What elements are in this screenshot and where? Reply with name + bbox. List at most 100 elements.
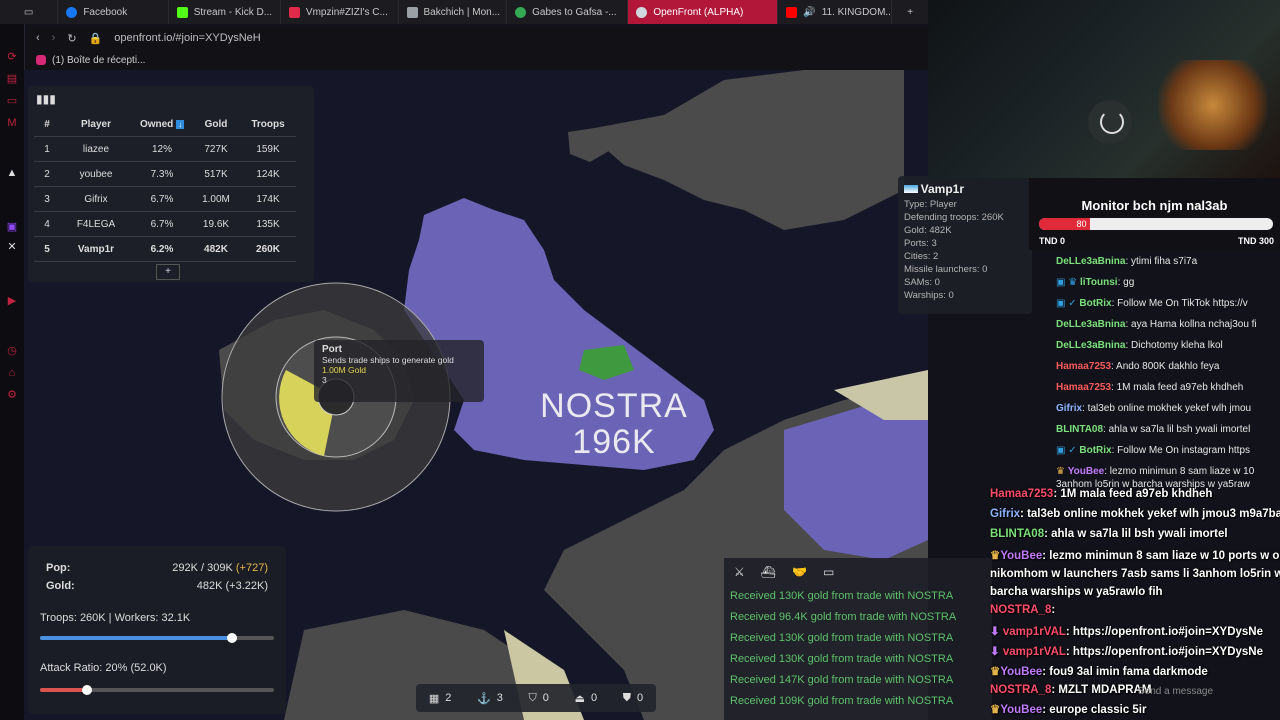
troops-slider-fill (40, 636, 232, 640)
overlay-chat: Hamaa7253: 1M mala feed a97eb khdheh Gif… (988, 486, 1280, 720)
col-player: Player (60, 112, 132, 137)
build-defense[interactable]: ⛉ 0 (529, 692, 549, 705)
player-territory-label: NOSTRA 196K (540, 387, 688, 461)
webcam-light (1158, 60, 1268, 150)
attack-ratio-slider[interactable] (40, 685, 274, 695)
table-row[interactable]: 4 F4LEGA 6.7% 19.6K 135K (34, 211, 296, 237)
event-item: Received 130K gold from trade with NOSTR… (730, 590, 954, 602)
col-troops[interactable]: Troops (240, 112, 296, 137)
new-tab-button[interactable]: + (892, 0, 928, 24)
ship-icon[interactable]: ⛴ (761, 565, 776, 579)
event-item: Received 147K gold from trade with NOSTR… (730, 674, 954, 686)
attack-slider-handle[interactable] (81, 685, 92, 695)
mail-icon[interactable]: M (5, 116, 19, 130)
handshake-icon[interactable]: 🤝 (792, 565, 807, 579)
build-port[interactable]: ⚓ 3 (477, 692, 503, 705)
player-icon[interactable]: ▶ (5, 294, 19, 308)
shield-icon: ⛉ (528, 691, 537, 704)
troops-slider[interactable] (40, 633, 274, 643)
x-icon[interactable]: ✕ (5, 240, 19, 254)
tab-bar: ▭ Facebook Stream - Kick D... Vmpzin#ZIZ… (0, 0, 928, 24)
bookmark-inbox[interactable]: (1) Boîte de récepti... (52, 55, 145, 66)
sam-icon: ⛊ (622, 691, 632, 704)
col-rank: # (34, 112, 60, 137)
event-item: Received 109K gold from trade with NOSTR… (730, 695, 954, 707)
overlay-chat-message: ♛YouBee: europe classic 5ir (990, 704, 1147, 716)
crown-icon: ♛ (1056, 466, 1065, 477)
overlay-chat-message: nikomhom w launchers 7asb sams li 3anhom… (990, 568, 1280, 580)
chat-message: DeLLe3aBnina: aya Hama kollna nchaj3ou f… (1056, 319, 1257, 330)
overlay-chat-message: ♛YouBee: lezmo minimun 8 sam liaze w 10 … (990, 550, 1280, 562)
col-gold[interactable]: Gold (192, 112, 240, 137)
table-row-self[interactable]: 5 Vamp1r 6.2% 482K 260K (34, 236, 296, 262)
twitch-icon[interactable]: ▣ (5, 220, 19, 234)
reload-icon[interactable]: ↻ (67, 32, 76, 45)
tab-bakchich[interactable]: Bakchich | Mon... (399, 0, 508, 24)
overlay-chat-message: ⬇ vamp1rVAL: https://openfront.io#join=X… (990, 646, 1264, 658)
url-field[interactable]: openfront.io/#join=XYDysNeH (114, 32, 260, 44)
event-item: Received 130K gold from trade with NOSTR… (730, 653, 954, 665)
tab-facebook[interactable]: Facebook (58, 0, 169, 24)
chat-input[interactable]: Send a message (1138, 686, 1213, 697)
table-row[interactable]: 1 liazee 12% 727K 159K (34, 136, 296, 162)
badge-icon: ▣ ♛ (1056, 277, 1078, 288)
crown-icon: ♛ (990, 550, 1001, 562)
address-bar-row: ‹ › ↻ 🔒 openfront.io/#join=XYDysNeH (28, 26, 928, 50)
sword-icon[interactable]: ⚔ (734, 565, 745, 579)
tab-openfront[interactable]: OpenFront (ALPHA) (628, 0, 779, 24)
badge-icon: ▣ ✓ (1056, 298, 1077, 309)
build-sam[interactable]: ⛊ 0 (623, 692, 643, 705)
maps-pin-icon (515, 6, 527, 18)
flag-icon (904, 185, 918, 193)
youtube-icon (786, 6, 798, 18)
badge-icon: ⬇ (990, 626, 1000, 638)
tab-maps[interactable]: Gabes to Gafsa -... (507, 0, 629, 24)
city-icon: ▦ (428, 692, 440, 705)
overlay-chat-message: Gifrix: tal3eb online mokhek yekef wlh j… (990, 508, 1280, 520)
kick-icon (176, 6, 188, 18)
player-stats-panel: Pop: 292K / 309K (+727) Gold: 482K (+3.2… (28, 546, 286, 714)
tab-youtube[interactable]: 🔊 11. KINGDOM... (778, 0, 893, 24)
chat-message: ▣ ✓ BotRix: Follow Me On instagram https (1056, 445, 1251, 456)
briefcase-icon[interactable]: ▤ (5, 72, 19, 86)
build-city[interactable]: ▦ 2 (429, 692, 452, 705)
page-icon (406, 6, 418, 18)
table-row[interactable]: 2 youbee 7.3% 517K 124K (34, 161, 296, 187)
build-missile[interactable]: ⏏ 0 (575, 692, 598, 705)
flow-icon[interactable]: ⌂ (5, 366, 19, 380)
sort-down-icon: ↓ (176, 119, 185, 129)
tab-kick[interactable]: Stream - Kick D... (169, 0, 281, 24)
instagram-icon (36, 55, 46, 65)
aria-icon[interactable]: ▲ (5, 166, 19, 180)
history-icon[interactable]: ◷ (5, 344, 19, 358)
table-row[interactable]: 3 Gifrix 6.7% 1.00M 174K (34, 186, 296, 212)
wallet-icon[interactable]: ▭ (5, 94, 19, 108)
crown-icon: ♛ (990, 666, 1001, 678)
tab-vmpzin[interactable]: Vmpzin#ZIZI's C... (281, 0, 399, 24)
settings-icon[interactable]: ⚙ (5, 388, 19, 402)
lock-icon: 🔒 (88, 32, 103, 45)
chat-message: DeLLe3aBnina: ytimi fiha s7i7a (1056, 256, 1198, 267)
troops-slider-handle[interactable] (226, 633, 237, 643)
overlay-chat-message: NOSTRA_8: (990, 604, 1056, 616)
donation-goal-widget: Monitor bch njm nal3ab 80 TND 0 TND 300 (1029, 178, 1280, 250)
messenger-icon[interactable]: ⟳ (5, 50, 19, 64)
chat-message: Hamaa7253: Ando 800K dakhlo feya (1056, 361, 1220, 372)
back-icon[interactable]: ‹ (36, 32, 40, 44)
missile-icon: ⏏ (574, 692, 585, 705)
event-filter-bar: ⚔ ⛴ 🤝 ▭ (724, 558, 992, 586)
openfront-icon (636, 6, 648, 18)
leaderboard-panel: ▮▮▮ # Player Owned ↓ Gold Troops 1 liazee… (28, 86, 314, 282)
col-owned[interactable]: Owned ↓ (132, 112, 192, 137)
chat-icon[interactable]: ▭ (823, 565, 834, 579)
bar-chart-icon[interactable]: ▮▮▮ (36, 92, 56, 106)
forward-icon[interactable]: › (52, 32, 56, 44)
tab-workspaces[interactable]: ▭ (0, 0, 59, 24)
video-icon (288, 6, 300, 18)
event-item: Received 130K gold from trade with NOSTR… (730, 632, 954, 644)
leaderboard-table: # Player Owned ↓ Gold Troops 1 liazee 12% 7… (34, 112, 296, 262)
expand-leaderboard-button[interactable]: + (156, 264, 180, 280)
overlay-chat-message: barcha warships w ya5rawlo fih (990, 586, 1163, 598)
population-value: 292K / 309K (+727) (172, 562, 268, 574)
attack-slider-fill (40, 688, 87, 692)
